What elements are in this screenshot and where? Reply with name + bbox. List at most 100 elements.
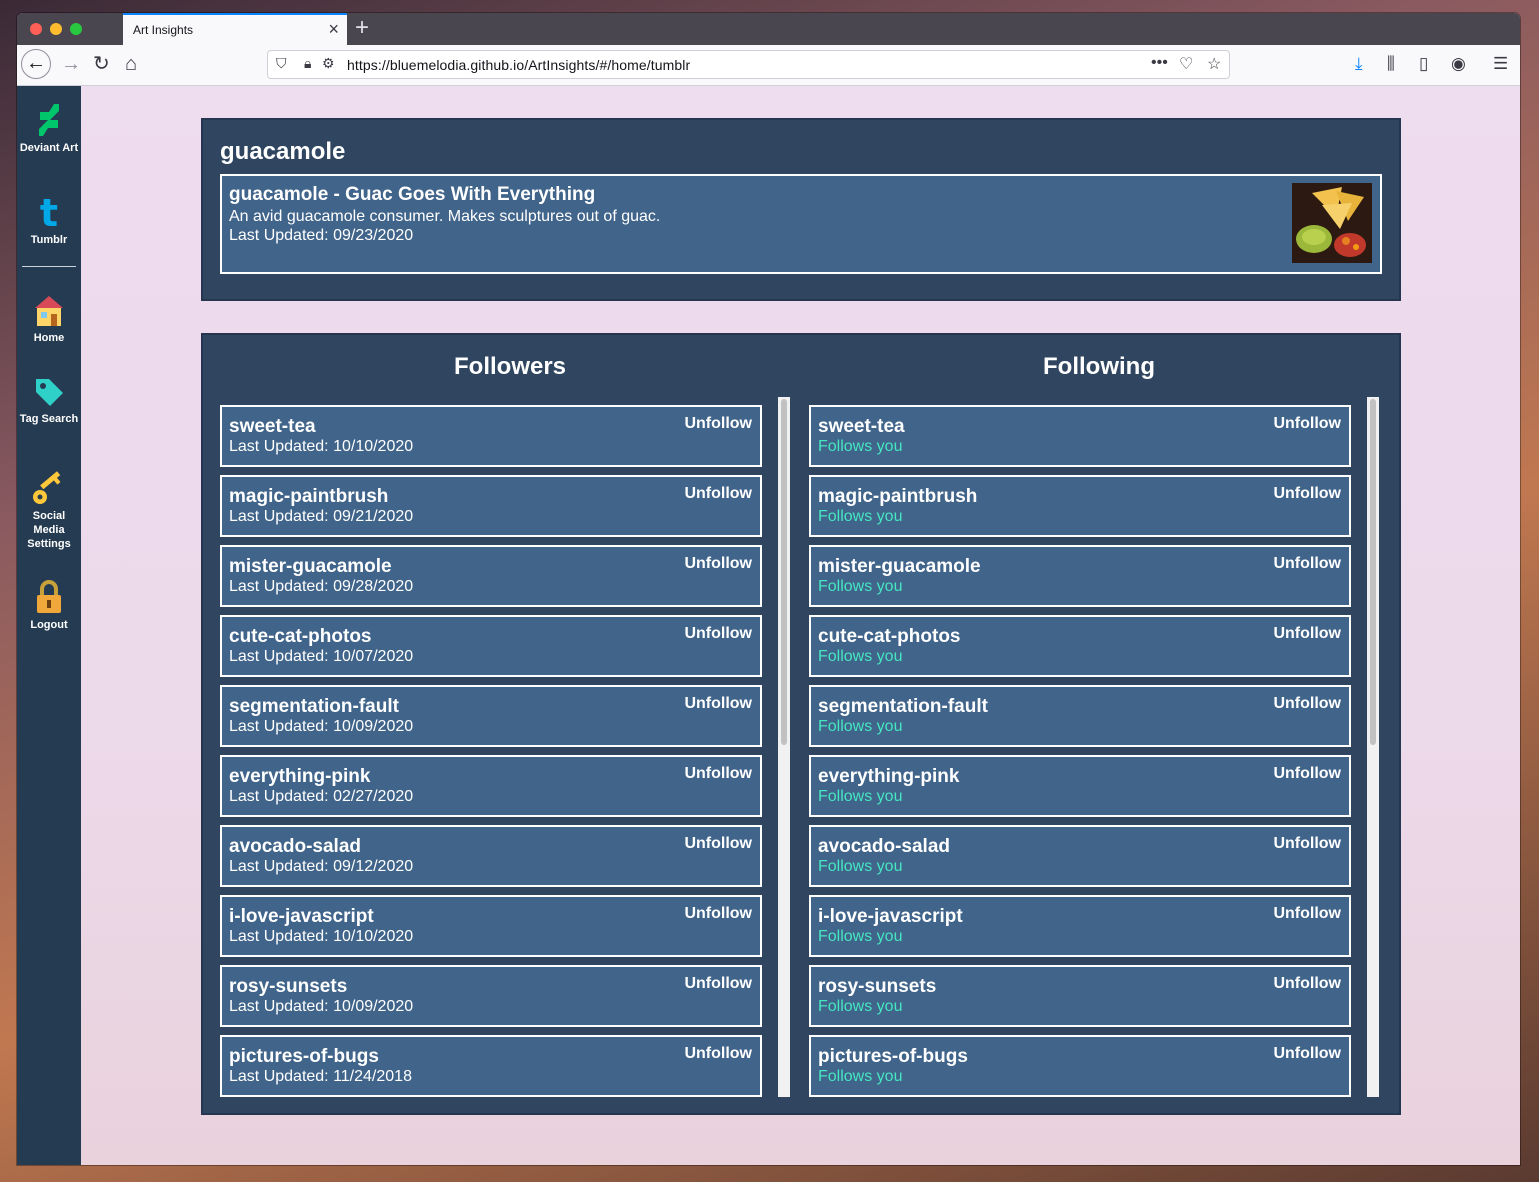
user-name[interactable]: everything-pink <box>229 766 370 788</box>
list-item[interactable]: avocado-salad Last Updated: 09/12/2020 Unf… <box>220 825 762 887</box>
unfollow-button[interactable]: Unfollow <box>1273 625 1341 643</box>
follows-you-label: Follows you <box>818 578 903 595</box>
address-bar[interactable]: ⛉ 🔒︎ ⚙︎ https://bluemelodia.github.io/Ar… <box>267 50 1230 79</box>
user-name[interactable]: pictures-of-bugs <box>229 1046 379 1068</box>
list-item[interactable]: pictures-of-bugs Follows you Unfollow <box>809 1035 1351 1097</box>
unfollow-button[interactable]: Unfollow <box>1273 555 1341 573</box>
list-item[interactable]: i-love-javascript Last Updated: 10/10/202… <box>220 895 762 957</box>
unfollow-button[interactable]: Unfollow <box>1273 485 1341 503</box>
sidebar-item-tumblr[interactable]: t Tumblr <box>17 194 81 247</box>
user-name[interactable]: pictures-of-bugs <box>818 1046 968 1068</box>
back-button[interactable]: ← <box>21 49 51 79</box>
list-item[interactable]: sweet-tea Last Updated: 10/10/2020 Unfollo… <box>220 405 762 467</box>
unfollow-button[interactable]: Unfollow <box>684 485 752 503</box>
downloads-icon[interactable]: ⤓ <box>1355 54 1363 74</box>
unfollow-button[interactable]: Unfollow <box>1273 1045 1341 1063</box>
unfollow-button[interactable]: Unfollow <box>684 905 752 923</box>
followers-heading: Followers <box>454 353 567 380</box>
unfollow-button[interactable]: Unfollow <box>684 1045 752 1063</box>
zoom-window-button[interactable] <box>70 23 82 35</box>
list-item[interactable]: segmentation-fault Last Updated: 10/09/20… <box>220 685 762 747</box>
user-name[interactable]: avocado-salad <box>229 836 361 858</box>
page-actions-icon[interactable]: ••• <box>1151 54 1168 72</box>
sidebar-divider <box>22 266 76 267</box>
user-name[interactable]: rosy-sunsets <box>229 976 347 998</box>
list-item[interactable]: rosy-sunsets Follows you Unfollow <box>809 965 1351 1027</box>
minimize-window-button[interactable] <box>50 23 62 35</box>
user-name[interactable]: mister-guacamole <box>818 556 981 578</box>
sidebar-item-home[interactable]: Home <box>17 294 81 345</box>
unfollow-button[interactable]: Unfollow <box>1273 835 1341 853</box>
library-icon[interactable]: ⫼ <box>1387 54 1395 74</box>
list-item[interactable]: rosy-sunsets Last Updated: 10/09/2020 Unfo… <box>220 965 762 1027</box>
list-item[interactable]: magic-paintbrush Last Updated: 09/21/2020… <box>220 475 762 537</box>
browser-window: Art Insights × + ← → ↻ ⌂ ⛉ 🔒︎ ⚙︎ https:/… <box>17 13 1520 1165</box>
unfollow-button[interactable]: Unfollow <box>684 625 752 643</box>
followers-scroll-thumb[interactable] <box>781 399 787 745</box>
unfollow-button[interactable]: Unfollow <box>1273 765 1341 783</box>
followers-scrollbar[interactable] <box>778 397 790 1097</box>
url-text[interactable]: https://bluemelodia.github.io/ArtInsight… <box>347 57 690 73</box>
sidebar-toggle-icon[interactable]: ▯ <box>1419 54 1428 74</box>
following-scroll-thumb[interactable] <box>1370 399 1376 745</box>
list-item[interactable]: magic-paintbrush Follows you Unfollow <box>809 475 1351 537</box>
list-item[interactable]: segmentation-fault Follows you Unfollow <box>809 685 1351 747</box>
list-item[interactable]: avocado-salad Follows you Unfollow <box>809 825 1351 887</box>
sidebar-item-social-media-settings[interactable]: Social Media Settings <box>17 470 81 551</box>
sidebar-item-label: Tag Search <box>19 413 79 425</box>
user-name[interactable]: i-love-javascript <box>818 906 963 928</box>
unfollow-button[interactable]: Unfollow <box>684 555 752 573</box>
user-name[interactable]: cute-cat-photos <box>229 626 372 648</box>
unfollow-button[interactable]: Unfollow <box>684 975 752 993</box>
user-name[interactable]: rosy-sunsets <box>818 976 936 998</box>
account-icon[interactable]: ◉ <box>1451 54 1466 74</box>
tab-close-icon[interactable]: × <box>328 19 339 39</box>
unfollow-button[interactable]: Unfollow <box>1273 695 1341 713</box>
user-name[interactable]: everything-pink <box>818 766 959 788</box>
sidebar-item-deviant-art[interactable]: Deviant Art <box>17 102 81 155</box>
list-item[interactable]: cute-cat-photos Follows you Unfollow <box>809 615 1351 677</box>
pocket-icon[interactable]: ♡ <box>1179 54 1193 74</box>
list-item[interactable]: pictures-of-bugs Last Updated: 11/24/2018… <box>220 1035 762 1097</box>
user-name[interactable]: magic-paintbrush <box>818 486 977 508</box>
bookmark-star-icon[interactable]: ☆ <box>1207 54 1221 74</box>
unfollow-button[interactable]: Unfollow <box>684 695 752 713</box>
following-scrollbar[interactable] <box>1367 397 1379 1097</box>
list-item[interactable]: everything-pink Follows you Unfollow <box>809 755 1351 817</box>
list-item[interactable]: sweet-tea Follows you Unfollow <box>809 405 1351 467</box>
new-tab-button[interactable]: + <box>355 15 369 41</box>
permissions-icon[interactable]: ⚙︎ <box>322 55 335 72</box>
user-name[interactable]: magic-paintbrush <box>229 486 388 508</box>
list-item[interactable]: cute-cat-photos Last Updated: 10/07/2020 U… <box>220 615 762 677</box>
user-name[interactable]: sweet-tea <box>818 416 905 438</box>
list-item[interactable]: mister-guacamole Follows you Unfollow <box>809 545 1351 607</box>
close-window-button[interactable] <box>30 23 42 35</box>
user-name[interactable]: segmentation-fault <box>818 696 988 718</box>
unfollow-button[interactable]: Unfollow <box>1273 905 1341 923</box>
unfollow-button[interactable]: Unfollow <box>1273 975 1341 993</box>
user-name[interactable]: mister-guacamole <box>229 556 392 578</box>
unfollow-button[interactable]: Unfollow <box>1273 415 1341 433</box>
menu-icon[interactable]: ☰ <box>1493 54 1508 74</box>
lock-icon[interactable]: 🔒︎ <box>304 55 311 72</box>
list-item[interactable]: mister-guacamole Last Updated: 09/28/2020… <box>220 545 762 607</box>
user-name[interactable]: segmentation-fault <box>229 696 399 718</box>
user-name[interactable]: i-love-javascript <box>229 906 374 928</box>
shield-icon[interactable]: ⛉ <box>276 55 287 72</box>
user-name[interactable]: cute-cat-photos <box>818 626 961 648</box>
user-name[interactable]: sweet-tea <box>229 416 316 438</box>
unfollow-button[interactable]: Unfollow <box>684 415 752 433</box>
user-name[interactable]: avocado-salad <box>818 836 950 858</box>
sidebar-item-tag-search[interactable]: Tag Search <box>17 375 81 426</box>
browser-tab[interactable]: Art Insights × <box>123 13 347 45</box>
home-button[interactable]: ⌂ <box>125 52 137 76</box>
reload-button[interactable]: ↻ <box>93 52 110 76</box>
tag-icon <box>36 379 63 406</box>
sidebar-item-logout[interactable]: Logout <box>17 579 81 632</box>
list-item[interactable]: i-love-javascript Follows you Unfollow <box>809 895 1351 957</box>
list-item[interactable]: everything-pink Last Updated: 02/27/2020 U… <box>220 755 762 817</box>
profile-last-updated: Last Updated: 09/23/2020 <box>229 227 414 244</box>
forward-button[interactable]: → <box>61 52 81 76</box>
unfollow-button[interactable]: Unfollow <box>684 765 752 783</box>
unfollow-button[interactable]: Unfollow <box>684 835 752 853</box>
